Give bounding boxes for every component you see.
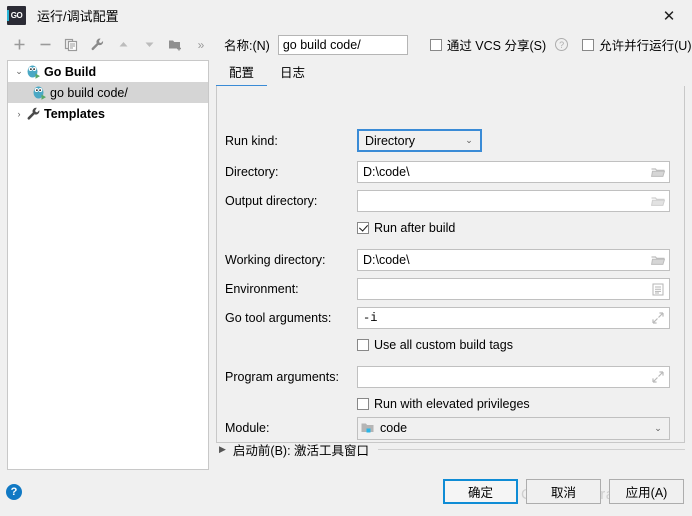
row-environment: Environment: bbox=[217, 278, 684, 300]
chevron-right-icon[interactable]: › bbox=[12, 109, 26, 119]
run-after-build-box[interactable] bbox=[357, 222, 369, 234]
row-go-tool-arguments: Go tool arguments: -i bbox=[217, 307, 684, 329]
move-down-icon[interactable] bbox=[138, 34, 160, 56]
tree-item-label: Go Build bbox=[44, 64, 97, 79]
ok-button[interactable]: 确定 bbox=[443, 479, 518, 504]
row-working-directory: Working directory: D:\code\ bbox=[217, 249, 684, 271]
tree-item-go-build-code[interactable]: go build code/ bbox=[8, 82, 208, 103]
program-arguments-label: Program arguments: bbox=[225, 370, 339, 384]
title-bar: GO 运行/调试配置 ✕ bbox=[0, 0, 692, 31]
go-run-icon bbox=[32, 85, 47, 100]
program-arguments-input[interactable] bbox=[357, 366, 670, 388]
configuration-name-input[interactable] bbox=[277, 34, 408, 55]
go-tool-arguments-input[interactable]: -i bbox=[357, 307, 670, 329]
configurations-toolbar: » 名称:(N) 通过 VCS 分享(S) ? 允许并行运行(U) bbox=[0, 31, 692, 58]
module-select[interactable]: code ⌄ bbox=[357, 416, 670, 440]
go-tool-arguments-value: -i bbox=[363, 311, 378, 325]
configuration-form: Run kind: Directory ⌄ Directory: D:\code… bbox=[216, 86, 685, 443]
wrench-icon bbox=[26, 106, 41, 121]
before-launch-label: 启动前(B): 激活工具窗口 bbox=[232, 444, 370, 458]
row-output-directory: Output directory: bbox=[217, 190, 684, 212]
name-label: 名称:(N) bbox=[224, 39, 270, 53]
working-directory-input[interactable]: D:\code\ bbox=[357, 249, 670, 271]
folder-browse-icon[interactable] bbox=[647, 196, 669, 207]
working-directory-label: Working directory: bbox=[225, 253, 326, 267]
more-icon[interactable]: » bbox=[190, 34, 212, 56]
close-icon[interactable]: ✕ bbox=[646, 0, 692, 31]
dialog-buttons: 确定 取消 应用(A) bbox=[435, 479, 684, 504]
add-icon[interactable] bbox=[8, 34, 30, 56]
directory-value: D:\code\ bbox=[363, 165, 410, 179]
window-title: 运行/调试配置 bbox=[37, 9, 119, 24]
row-directory: Directory: D:\code\ bbox=[217, 161, 684, 183]
expand-editor-icon[interactable] bbox=[647, 371, 669, 383]
expand-editor-icon[interactable] bbox=[647, 312, 669, 324]
run-after-build-label: Run after build bbox=[374, 221, 456, 235]
row-run-kind: Run kind: Directory ⌄ bbox=[217, 129, 684, 152]
before-launch-section[interactable]: ▶ 启动前(B): 激活工具窗口 bbox=[219, 440, 685, 459]
allow-parallel-box[interactable] bbox=[582, 38, 595, 51]
working-directory-value: D:\code\ bbox=[363, 253, 410, 267]
chevron-down-icon[interactable]: ⌄ bbox=[12, 66, 26, 77]
row-module: Module: code ⌄ bbox=[217, 416, 684, 440]
module-value: code bbox=[380, 421, 408, 435]
directory-input[interactable]: D:\code\ bbox=[357, 161, 670, 183]
environment-label: Environment: bbox=[225, 282, 299, 296]
run-after-build-checkbox[interactable]: Run after build bbox=[357, 221, 455, 235]
copy-icon[interactable] bbox=[60, 34, 82, 56]
run-elevated-box[interactable] bbox=[357, 398, 369, 410]
move-up-icon[interactable] bbox=[112, 34, 134, 56]
run-kind-label: Run kind: bbox=[225, 134, 278, 148]
go-run-icon bbox=[26, 64, 41, 79]
environment-input[interactable] bbox=[357, 278, 670, 300]
help-icon[interactable]: ? bbox=[555, 38, 569, 51]
tree-item-label: go build code/ bbox=[50, 85, 128, 100]
go-logo-icon: GO bbox=[7, 6, 26, 25]
tree-item-label: Templates bbox=[44, 106, 105, 121]
cancel-button[interactable]: 取消 bbox=[526, 479, 601, 504]
remove-icon[interactable] bbox=[34, 34, 56, 56]
environment-list-icon[interactable] bbox=[647, 283, 669, 296]
tab-logs[interactable]: 日志 bbox=[267, 62, 318, 86]
move-into-folder-icon[interactable] bbox=[164, 34, 186, 56]
chevron-down-icon[interactable]: ⌄ bbox=[458, 135, 480, 146]
run-debug-configurations-dialog: GO 运行/调试配置 ✕ » 名称:(N) go build code/ 通过 … bbox=[0, 0, 692, 516]
use-custom-build-tags-checkbox[interactable]: Use all custom build tags bbox=[357, 338, 513, 352]
share-vcs-label: 通过 VCS 分享(S) bbox=[446, 39, 547, 53]
run-kind-value: Directory bbox=[365, 133, 416, 148]
module-folder-icon bbox=[358, 422, 378, 434]
help-icon[interactable]: ? bbox=[6, 484, 22, 500]
use-custom-build-tags-label: Use all custom build tags bbox=[374, 338, 513, 352]
run-kind-select[interactable]: Directory ⌄ bbox=[357, 129, 482, 152]
run-elevated-label: Run with elevated privileges bbox=[374, 397, 530, 411]
configurations-tree: ⌄ Go Build go build code/ › Templates bbox=[7, 60, 209, 470]
editor-tabs: 配置 日志 bbox=[216, 60, 685, 87]
tree-item-templates[interactable]: › Templates bbox=[8, 103, 208, 124]
allow-parallel-label: 允许并行运行(U) bbox=[599, 39, 692, 53]
allow-parallel-checkbox[interactable]: 允许并行运行(U) bbox=[582, 35, 692, 54]
apply-button[interactable]: 应用(A) bbox=[609, 479, 684, 504]
go-tool-arguments-label: Go tool arguments: bbox=[225, 311, 332, 325]
configuration-editor: 配置 日志 Run kind: Directory ⌄ Directory: D… bbox=[216, 60, 685, 470]
chevron-down-icon[interactable]: ⌄ bbox=[647, 423, 669, 434]
directory-label: Directory: bbox=[225, 165, 279, 179]
tab-configuration[interactable]: 配置 bbox=[216, 62, 268, 87]
folder-browse-icon[interactable] bbox=[647, 167, 669, 178]
output-directory-label: Output directory: bbox=[225, 194, 318, 208]
output-directory-input[interactable] bbox=[357, 190, 670, 212]
share-vcs-box[interactable] bbox=[429, 38, 442, 51]
row-program-arguments: Program arguments: bbox=[217, 366, 684, 388]
use-custom-build-tags-box[interactable] bbox=[357, 339, 369, 351]
chevron-right-icon[interactable]: ▶ bbox=[219, 444, 226, 455]
wrench-icon[interactable] bbox=[86, 34, 108, 56]
module-label: Module: bbox=[225, 421, 270, 435]
run-elevated-checkbox[interactable]: Run with elevated privileges bbox=[357, 397, 530, 411]
tree-item-go-build[interactable]: ⌄ Go Build bbox=[8, 61, 208, 82]
section-divider bbox=[378, 449, 685, 450]
share-vcs-checkbox[interactable]: 通过 VCS 分享(S) bbox=[429, 35, 547, 54]
folder-browse-icon[interactable] bbox=[647, 255, 669, 266]
